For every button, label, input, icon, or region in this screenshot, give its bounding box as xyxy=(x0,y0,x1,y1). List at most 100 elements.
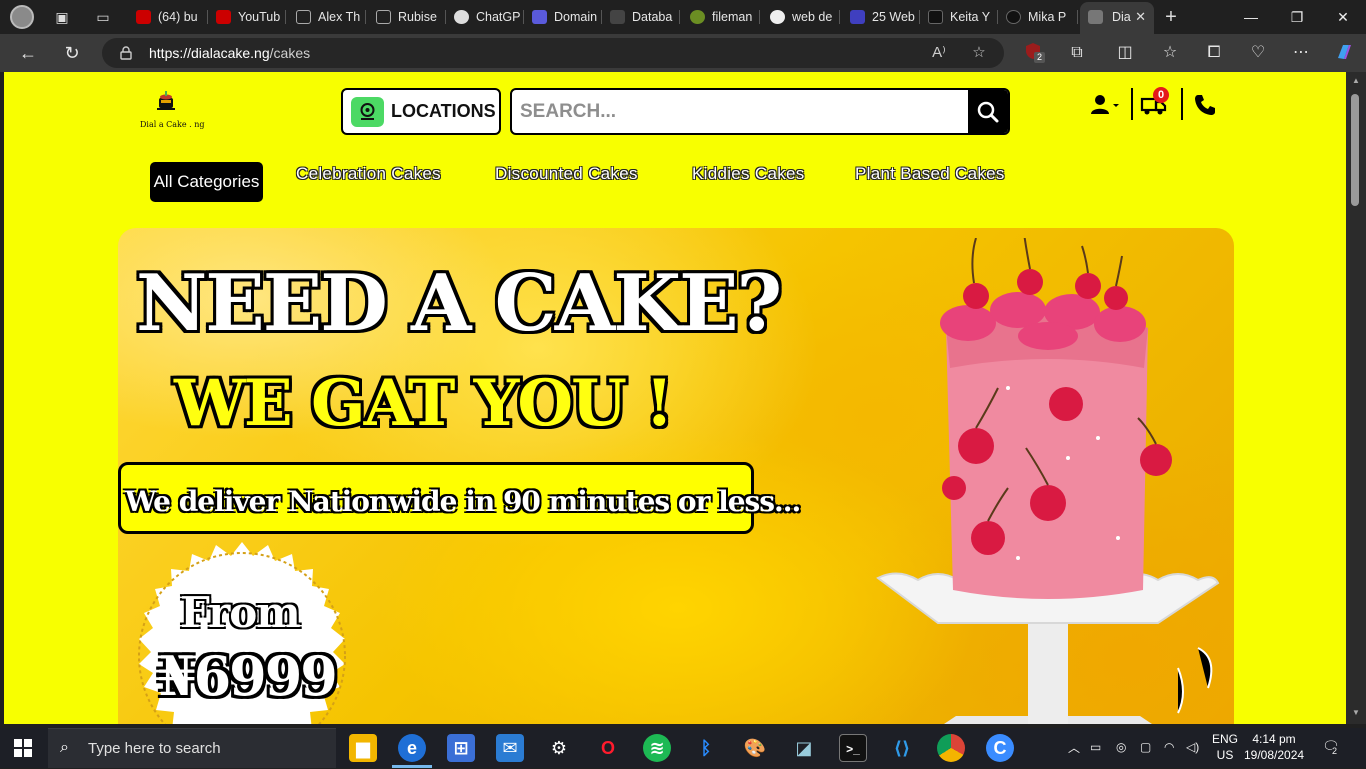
notification-count: 2 xyxy=(1332,746,1338,756)
display-icon[interactable]: ▢ xyxy=(1140,740,1151,754)
category-all-button[interactable]: All Categories xyxy=(150,162,263,202)
copilot-icon[interactable] xyxy=(1333,42,1355,64)
clock-date: 19/08/2024 xyxy=(1244,748,1305,762)
close-window-button[interactable]: ✕ xyxy=(1320,0,1366,34)
refresh-button[interactable]: ↻ xyxy=(61,42,83,64)
webpage: Dial a Cake . ng LOCATIONS 0 All Categor… xyxy=(4,72,1346,724)
search-input[interactable] xyxy=(512,90,970,133)
tab-actions-icon[interactable]: ▭ xyxy=(94,8,112,26)
tray-overflow-icon[interactable]: ︿ xyxy=(1068,739,1080,756)
paint-icon[interactable]: 🎨 xyxy=(741,734,769,762)
file-explorer-icon[interactable]: ▆ xyxy=(349,734,377,762)
dialacake-favicon-icon xyxy=(1088,10,1103,24)
search-icon xyxy=(977,101,999,123)
category-plant-based-cakes[interactable]: Plant Based Cakes xyxy=(855,164,1005,186)
language-indicator[interactable]: ENG US xyxy=(1208,731,1242,763)
maximize-button[interactable]: ❐ xyxy=(1274,0,1320,34)
hero-banner[interactable]: NEED A CAKE? WE GAT YOU ! We deliver Nat… xyxy=(118,228,1234,724)
fileman-favicon-icon xyxy=(690,10,705,24)
google-favicon-icon xyxy=(770,10,785,24)
workspaces-icon[interactable]: ▣ xyxy=(53,8,71,26)
price-prefix: From xyxy=(180,588,301,637)
page-favicon-icon xyxy=(928,10,943,24)
tab-item[interactable]: web de xyxy=(762,4,840,30)
read-aloud-icon[interactable]: A⁾ xyxy=(930,44,948,62)
site-search xyxy=(510,88,1010,135)
cake-logo-icon xyxy=(157,91,175,110)
tab-item[interactable]: ChatGP xyxy=(446,4,524,30)
account-menu-button[interactable] xyxy=(1088,92,1119,118)
youtube-favicon-icon xyxy=(136,10,151,24)
page-scrollbar[interactable]: ▲ ▼ xyxy=(1346,72,1366,724)
locations-button[interactable]: LOCATIONS xyxy=(341,88,501,135)
bluetooth-icon[interactable]: ᛒ xyxy=(692,734,720,762)
address-bar[interactable]: https://dialacake.ng/cakes A⁾ ☆ xyxy=(102,38,1004,68)
minimize-button[interactable]: — xyxy=(1228,0,1274,34)
tab-item[interactable]: Alex Th xyxy=(288,4,366,30)
extensions-puzzle-icon[interactable]: ⧉ xyxy=(1066,42,1088,64)
system-clock[interactable]: 4:14 pm 19/08/2024 xyxy=(1244,731,1304,763)
tab-item-active[interactable]: Dia ✕ xyxy=(1080,2,1154,34)
spotify-icon[interactable]: ≋ xyxy=(643,734,671,762)
tab-item[interactable]: Keita Y xyxy=(920,4,998,30)
tab-item[interactable]: Databa xyxy=(602,4,680,30)
url-text: https://dialacake.ng/cakes xyxy=(149,45,311,61)
page-favicon-icon xyxy=(376,10,391,24)
new-tab-icon[interactable]: + xyxy=(1162,7,1180,27)
scroll-up-icon[interactable]: ▲ xyxy=(1350,76,1362,85)
domain-favicon-icon xyxy=(532,10,547,24)
chrome-icon[interactable] xyxy=(937,734,965,762)
windows-start-icon[interactable] xyxy=(14,739,32,757)
opera-icon[interactable]: O xyxy=(594,734,622,762)
delivery-banner: We deliver Nationwide in 90 minutes or l… xyxy=(118,462,801,534)
canva-icon[interactable]: C xyxy=(986,734,1014,762)
wifi-icon[interactable]: ◠ xyxy=(1164,740,1174,754)
phone-button[interactable] xyxy=(1192,92,1222,118)
logo-text: Dial a Cake . ng xyxy=(140,120,205,129)
favorites-icon[interactable]: ☆ xyxy=(1159,42,1181,64)
database-favicon-icon xyxy=(610,10,625,24)
tab-item[interactable]: YouTub xyxy=(208,4,286,30)
search-button[interactable] xyxy=(968,90,1008,133)
volume-icon[interactable]: ◁) xyxy=(1186,740,1199,754)
ublock-extension-icon[interactable]: 2 xyxy=(1022,42,1045,64)
chatgpt-favicon-icon xyxy=(454,10,469,24)
favorite-star-icon[interactable]: ☆ xyxy=(970,44,988,62)
vscode-icon[interactable]: ⟨⟩ xyxy=(888,734,916,762)
user-icon xyxy=(1091,95,1119,114)
performance-heart-icon[interactable]: ♡ xyxy=(1247,42,1269,64)
collections-icon[interactable]: ⧠ xyxy=(1203,42,1225,64)
tab-close-icon[interactable]: ✕ xyxy=(1135,2,1146,32)
tab-item[interactable]: Rubise xyxy=(368,4,446,30)
profile-avatar[interactable] xyxy=(10,5,34,29)
hero-headline: NEED A CAKE? xyxy=(136,258,782,349)
microsoft-store-icon[interactable]: ⊞ xyxy=(447,734,475,762)
tab-item[interactable]: (64) bu xyxy=(128,4,208,30)
battery-icon[interactable]: ▭ xyxy=(1090,740,1101,754)
header-divider xyxy=(1131,88,1133,120)
scrollbar-thumb[interactable] xyxy=(1351,94,1359,206)
edge-browser-icon[interactable]: e xyxy=(398,734,426,762)
site-logo[interactable]: Dial a Cake . ng xyxy=(138,84,205,134)
split-screen-icon[interactable]: ◫ xyxy=(1114,42,1136,64)
webcam-icon[interactable]: ◎ xyxy=(1116,740,1126,754)
price-value: ₦6999 xyxy=(158,644,338,708)
category-discounted-cakes[interactable]: Discounted Cakes xyxy=(495,164,638,186)
tab-item[interactable]: Mika P xyxy=(998,4,1078,30)
settings-gear-icon[interactable]: ⚙ xyxy=(545,734,573,762)
back-button[interactable]: ← xyxy=(17,42,39,64)
taskbar-search[interactable]: ⌕ Type here to search xyxy=(48,728,336,768)
scroll-down-icon[interactable]: ▼ xyxy=(1350,708,1362,717)
notes-app-icon[interactable]: ◪ xyxy=(790,734,818,762)
notifications-icon[interactable]: 🗨 2 xyxy=(1322,738,1340,756)
terminal-icon[interactable]: >_ xyxy=(839,734,867,762)
mail-icon[interactable]: ✉ xyxy=(496,734,524,762)
category-celebration-cakes[interactable]: Celebration Cakes xyxy=(296,164,441,186)
category-kiddies-cakes[interactable]: Kiddies Cakes xyxy=(692,164,805,186)
more-menu-icon[interactable]: ⋯ xyxy=(1290,42,1312,64)
windows-taskbar: ⌕ Type here to search ▆ e ⊞ ✉ ⚙ O ≋ ᛒ 🎨 … xyxy=(0,728,1366,768)
tab-item[interactable]: Domain xyxy=(524,4,602,30)
tab-item[interactable]: 25 Web xyxy=(842,4,920,30)
tab-item[interactable]: fileman xyxy=(682,4,760,30)
location-pin-icon xyxy=(351,97,384,127)
